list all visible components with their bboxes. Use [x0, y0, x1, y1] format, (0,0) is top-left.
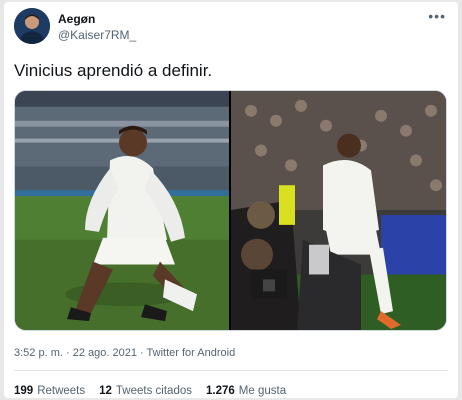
likes-label: Me gusta [238, 385, 287, 397]
tweet-media[interactable] [14, 90, 447, 331]
retweets-count: 199 [14, 385, 34, 397]
meta-separator: · [65, 347, 70, 359]
quotes-count: 12 [99, 385, 112, 397]
quotes-stat[interactable]: 12 Tweets citados [99, 385, 192, 397]
photo-kneeling-player[interactable] [15, 91, 229, 330]
divider [14, 370, 448, 371]
likes-stat[interactable]: 1.276 Me gusta [206, 385, 286, 397]
more-horizontal-icon[interactable]: ••• [428, 8, 446, 24]
retweets-label: Retweets [37, 385, 86, 397]
tweet-card: Aegøn @Kaiser7RM_ ••• Vinicius aprendió … [4, 2, 458, 398]
photo-celebrating-player[interactable] [231, 91, 446, 330]
avatar[interactable] [14, 8, 50, 44]
tweet-date[interactable]: 22 ago. 2021 [73, 347, 137, 359]
retweets-stat[interactable]: 199 Retweets [14, 385, 85, 397]
tweet-stats: 199 Retweets 12 Tweets citados 1.276 Me gus… [14, 385, 286, 397]
meta-separator: · [140, 347, 144, 359]
quotes-label: Tweets citados [115, 385, 192, 397]
tweet-time[interactable]: 3:52 p. m. [14, 347, 63, 359]
likes-count: 1.276 [206, 385, 235, 397]
tweet-text: Vinicius aprendió a definir. [14, 61, 213, 80]
tweet-meta: 3:52 p. m. · 22 ago. 2021 · Twitter for … [14, 347, 235, 359]
author-handle[interactable]: @Kaiser7RM_ [58, 28, 136, 42]
author-display-name[interactable]: Aegøn [58, 12, 95, 26]
tweet-source[interactable]: Twitter for Android [147, 347, 236, 359]
